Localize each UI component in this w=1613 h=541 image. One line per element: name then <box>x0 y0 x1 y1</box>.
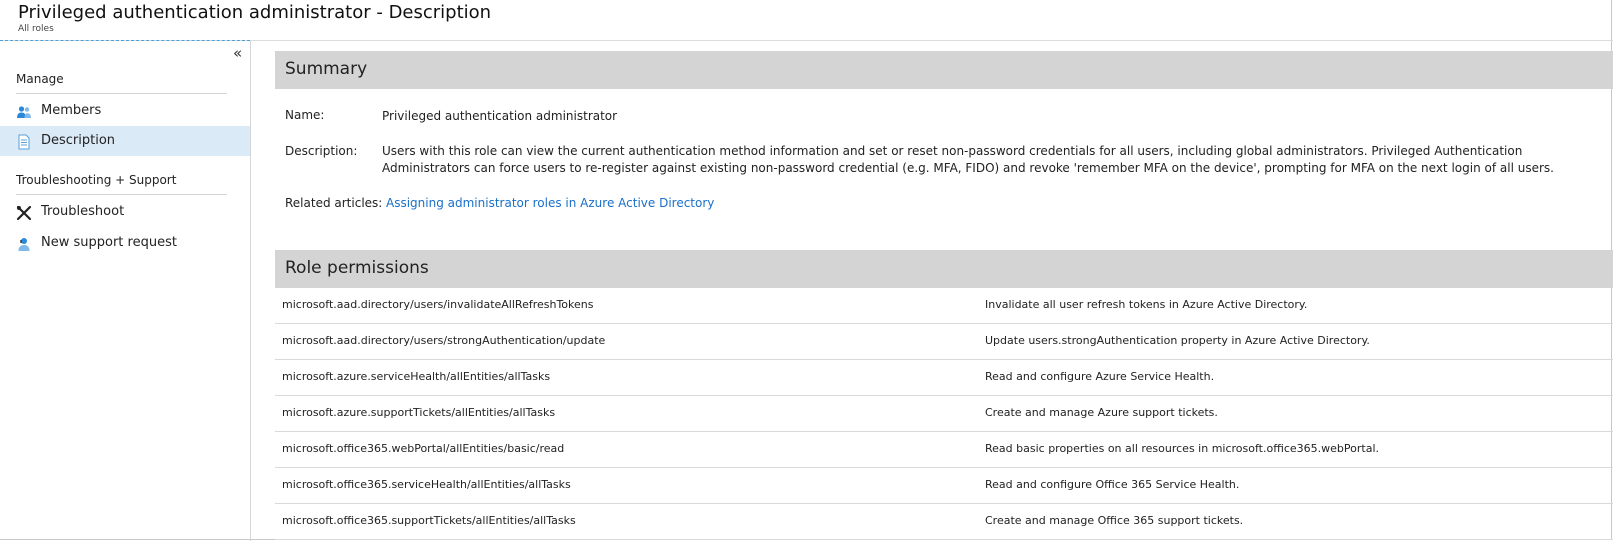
sidebar-item-label: Description <box>41 133 116 148</box>
members-icon <box>17 106 31 118</box>
related-article-link[interactable]: Assigning administrator roles in Azure A… <box>386 196 714 210</box>
permission-name: microsoft.azure.serviceHealth/allEntitie… <box>282 370 551 383</box>
wrench-icon <box>16 205 32 221</box>
table-row: microsoft.office365.serviceHealth/allEnt… <box>275 468 1613 504</box>
permission-name: microsoft.aad.directory/users/invalidate… <box>282 298 594 311</box>
sidebar-item-label: New support request <box>41 235 177 250</box>
table-row: microsoft.aad.directory/users/invalidate… <box>275 288 1613 324</box>
sidebar-item-label: Troubleshoot <box>41 204 125 219</box>
section-heading-manage: Manage <box>16 72 64 86</box>
sidebar-item-troubleshoot[interactable]: Troubleshoot <box>0 197 250 227</box>
permission-name: microsoft.office365.webPortal/allEntitie… <box>282 442 565 455</box>
permission-name: microsoft.azure.supportTickets/allEntiti… <box>282 406 556 419</box>
permission-description: Update users.strongAuthentication proper… <box>985 334 1370 347</box>
permission-name: microsoft.office365.serviceHealth/allEnt… <box>282 478 571 491</box>
sidebar-item-label: Members <box>41 103 102 118</box>
collapse-sidebar-icon[interactable]: « <box>233 44 242 62</box>
sidebar: « Manage Members Description Troubleshoo… <box>0 41 251 541</box>
permissions-table: microsoft.aad.directory/users/invalidate… <box>275 288 1613 540</box>
document-icon <box>18 134 30 150</box>
section-title: Summary <box>285 59 368 79</box>
sidebar-item-description[interactable]: Description <box>0 126 250 156</box>
name-label: Name: <box>285 108 325 122</box>
support-person-icon <box>18 238 30 251</box>
sidebar-item-members[interactable]: Members <box>0 96 250 126</box>
table-row: microsoft.office365.webPortal/allEntitie… <box>275 432 1613 468</box>
table-row: microsoft.azure.serviceHealth/allEntitie… <box>275 360 1613 396</box>
table-row: microsoft.aad.directory/users/strongAuth… <box>275 324 1613 360</box>
role-permissions-section-header: Role permissions <box>275 250 1613 288</box>
description-label: Description: <box>285 144 358 158</box>
permission-name: microsoft.office365.supportTickets/allEn… <box>282 514 576 527</box>
summary-section-header: Summary <box>275 51 1613 89</box>
divider <box>16 93 227 94</box>
breadcrumb[interactable]: All roles <box>18 24 54 34</box>
permission-description: Read and configure Office 365 Service He… <box>985 478 1240 491</box>
permission-name: microsoft.aad.directory/users/strongAuth… <box>282 334 606 347</box>
divider <box>16 194 227 195</box>
permission-description: Read and configure Azure Service Health. <box>985 370 1215 383</box>
main-content: Summary Name: Privileged authentication … <box>275 41 1613 541</box>
section-title: Role permissions <box>285 258 429 278</box>
permission-description: Invalidate all user refresh tokens in Az… <box>985 298 1308 311</box>
table-row: microsoft.office365.supportTickets/allEn… <box>275 504 1613 540</box>
name-value: Privileged authentication administrator <box>382 109 618 123</box>
blade-header: Privileged authentication administrator … <box>0 0 1613 41</box>
description-value: Users with this role can view the curren… <box>382 144 1554 175</box>
section-heading-troubleshooting: Troubleshooting + Support <box>16 173 177 187</box>
permission-description: Create and manage Azure support tickets. <box>985 406 1218 419</box>
permission-description: Read basic properties on all resources i… <box>985 442 1379 455</box>
page-title: Privileged authentication administrator … <box>18 2 492 23</box>
table-row: microsoft.azure.supportTickets/allEntiti… <box>275 396 1613 432</box>
related-articles-label: Related articles: <box>285 196 383 210</box>
sidebar-item-new-support-request[interactable]: New support request <box>0 228 250 258</box>
permission-description: Create and manage Office 365 support tic… <box>985 514 1244 527</box>
